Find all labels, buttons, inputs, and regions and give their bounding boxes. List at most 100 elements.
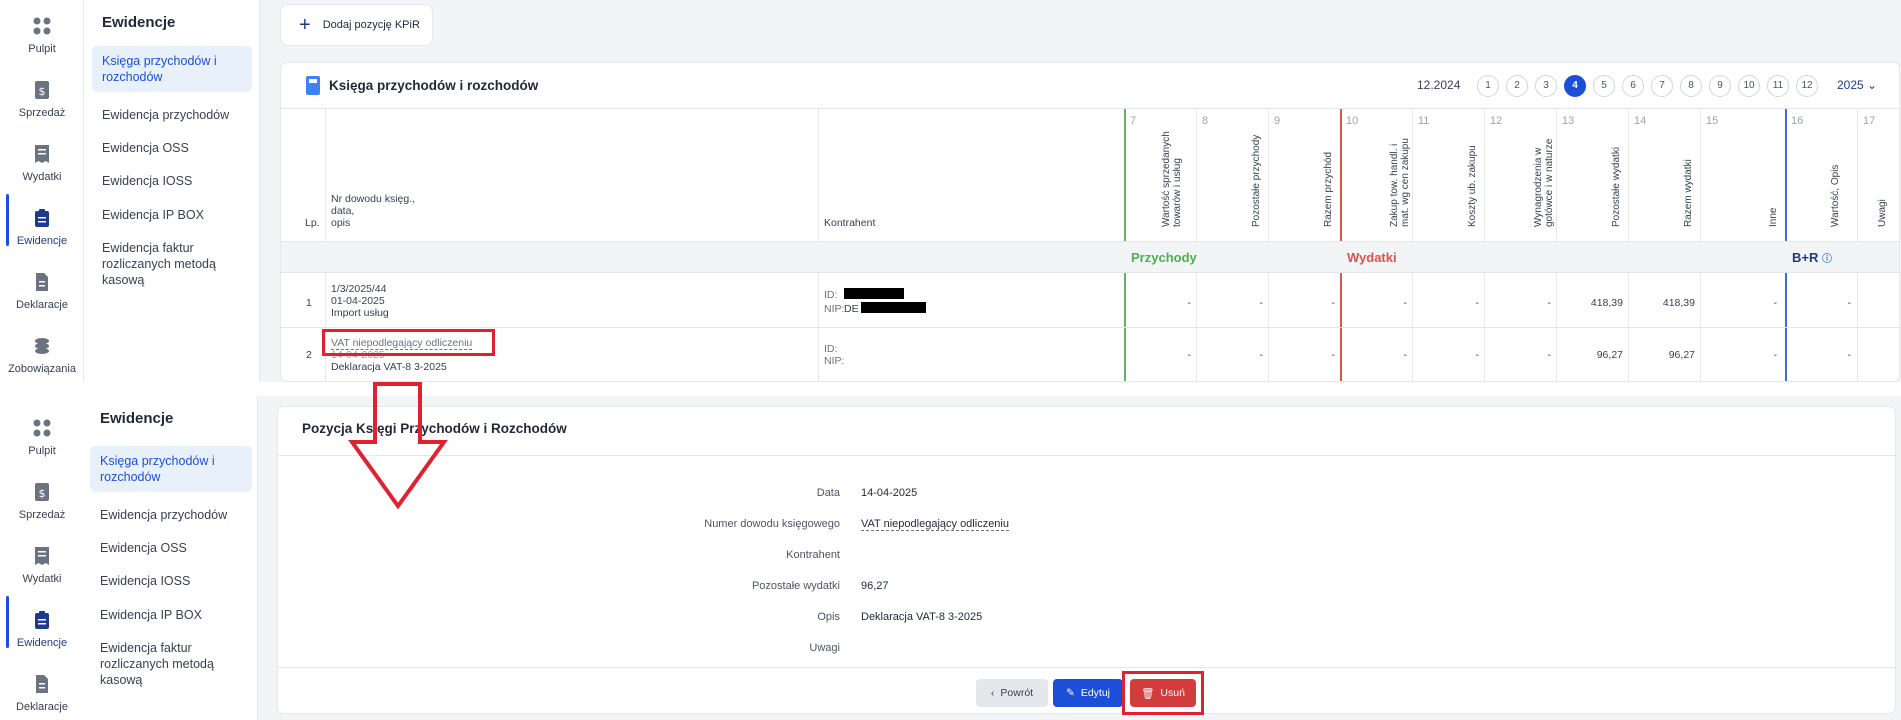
page-1-button[interactable]: 1 [1477,75,1499,97]
edit-button[interactable]: ✎ Edytuj [1053,679,1123,707]
nav-ewidencje[interactable]: Ewidencje [0,596,84,649]
field-label-docnum: Numer dowodu księgowego [704,518,840,530]
row1-date: 01-04-2025 [331,295,385,307]
subnav-item-ipbox[interactable]: Ewidencja IP BOX [90,600,250,630]
nav-sprzedaz[interactable]: $ Sprzedaż [0,482,84,521]
subnav-item-ioss[interactable]: Ewidencja IOSS [92,166,252,196]
add-kpir-label: Dodaj pozycję KPiR [322,19,420,31]
nav-label: Deklaracje [16,299,68,311]
row2-c10: - [1403,349,1408,361]
page-9-button[interactable]: 9 [1709,75,1731,97]
group-header-row: Przychody Wydatki B+R ⓘ [281,241,1899,273]
nav-sprzedaz[interactable]: $ Sprzedaż [0,80,84,119]
col-number: 14 [1634,115,1647,127]
nav-wydatki[interactable]: Wydatki [0,546,84,585]
row1-c11: - [1475,297,1480,309]
grid-icon [33,419,51,437]
nav-pulpit[interactable]: Pulpit [0,418,84,457]
row1-c7: - [1187,297,1192,309]
nav-deklaracje[interactable]: Deklaracje [0,674,84,713]
row2-desc: Deklaracja VAT-8 3-2025 [331,361,447,373]
row-divider [281,327,1899,328]
subnav-item-przychody[interactable]: Ewidencja przychodów [90,500,250,530]
divider [278,455,1895,456]
header-contractor: Kontrahent [824,217,876,229]
page-2-button[interactable]: 2 [1506,75,1528,97]
subnav-item-kpir[interactable]: Księga przychodów i rozchodów [92,46,252,92]
field-value-date: 14-04-2025 [861,487,918,499]
subnav-item-ipbox[interactable]: Ewidencja IP BOX [92,200,252,230]
col-number: 16 [1791,115,1804,127]
highlight-box [322,329,495,356]
calculator-icon [306,76,320,95]
group-expenses: Wydatki [1347,250,1397,265]
page-6-button[interactable]: 6 [1622,75,1644,97]
nav-pulpit[interactable]: Pulpit [0,16,84,55]
nav-label: Sprzedaż [18,107,66,119]
nav-label: Pulpit [28,445,56,457]
header-doc-line3: opis [331,217,351,229]
row2-c14: 96,27 [1668,349,1695,361]
row2-c8: - [1259,349,1264,361]
row2-c9: - [1331,349,1336,361]
page-8-button[interactable]: 8 [1680,75,1702,97]
page-3-button[interactable]: 3 [1535,75,1557,97]
subnav-item-przychody[interactable]: Ewidencja przychodów [92,100,252,130]
row2-lp: 2 [306,349,312,361]
page-10-button[interactable]: 10 [1738,75,1760,97]
row1-nip-prefix: DE [844,303,859,315]
subnav-title: Ewidencje [102,14,176,31]
add-kpir-button[interactable]: + Dodaj pozycję KPiR [280,4,433,46]
col-number: 15 [1706,115,1719,127]
period-label: 12.2024 [1417,78,1461,92]
nav-deklaracje[interactable]: Deklaracje [0,272,84,311]
nav-label: Ewidencje [16,637,68,649]
header-c15: Inne [1768,207,1779,227]
clipboard-icon [35,209,49,227]
subnav-item-oss[interactable]: Ewidencja OSS [90,533,250,563]
row2-c11: - [1475,349,1480,361]
row2-nip-label: NIP: [824,355,845,367]
row2-c16: - [1847,349,1852,361]
page-4-button[interactable]: 4 [1564,75,1586,97]
subnav-item-kasowa[interactable]: Ewidencja faktur rozliczanych metodą kas… [90,633,250,695]
header-c9: Razem przychód [1323,151,1334,227]
page-7-button[interactable]: 7 [1651,75,1673,97]
year-select[interactable]: 2025 ⌄ [1837,78,1877,92]
header-c7: Wartość sprzedanych towarów i usług [1161,131,1183,227]
back-button[interactable]: ‹ Powrót [976,679,1048,707]
row1-doc[interactable]: 1/3/2025/44 [331,283,386,295]
row1-c13: 418,39 [1590,297,1623,309]
row1-nip-label: NIP: [824,303,845,315]
field-value-docnum[interactable]: VAT niepodlegający odliczeniu [861,518,1009,531]
row2-c15: - [1773,349,1778,361]
icon-sidebar: Pulpit $ Sprzedaż Wydatki Ewidencje Dekl… [0,396,84,720]
icon-sidebar: Pulpit $ Sprzedaż Wydatki Ewidencje Dekl… [0,0,84,382]
svg-text:$: $ [39,85,46,98]
row1-c8: - [1259,297,1264,309]
page-5-button[interactable]: 5 [1593,75,1615,97]
subnav-item-kpir[interactable]: Księga przychodów i rozchodów [90,446,252,492]
arrow-down-annotation [348,382,448,510]
plus-icon: + [299,14,311,36]
header-c12: Wynagrodzenia w gotówce i w naturze [1533,138,1555,227]
col-number: 10 [1346,115,1359,127]
page-11-button[interactable]: 11 [1767,75,1789,97]
row1-c12: - [1547,297,1552,309]
ledger-card: Księga przychodów i rozchodów 12.2024 1 … [280,62,1900,382]
subnav-item-kasowa[interactable]: Ewidencja faktur rozliczanych metodą kas… [92,233,252,295]
subnav-item-ioss[interactable]: Ewidencja IOSS [90,566,250,596]
field-label-contractor: Kontrahent [786,549,840,561]
edit-label: Edytuj [1080,687,1110,699]
nav-zobowiazania[interactable]: Zobowiązania [0,336,84,375]
row1-id-label: ID: [824,289,838,301]
page-12-button[interactable]: 12 [1796,75,1818,97]
col-number: 12 [1490,115,1503,127]
nav-ewidencje[interactable]: Ewidencje [0,194,84,247]
nav-label: Zobowiązania [8,363,76,375]
dollar-doc-icon: $ [35,81,49,99]
nav-wydatki[interactable]: Wydatki [0,144,84,183]
subnav-item-oss[interactable]: Ewidencja OSS [92,133,252,163]
document-icon [36,273,48,291]
group-br: B+R ⓘ [1792,250,1832,265]
